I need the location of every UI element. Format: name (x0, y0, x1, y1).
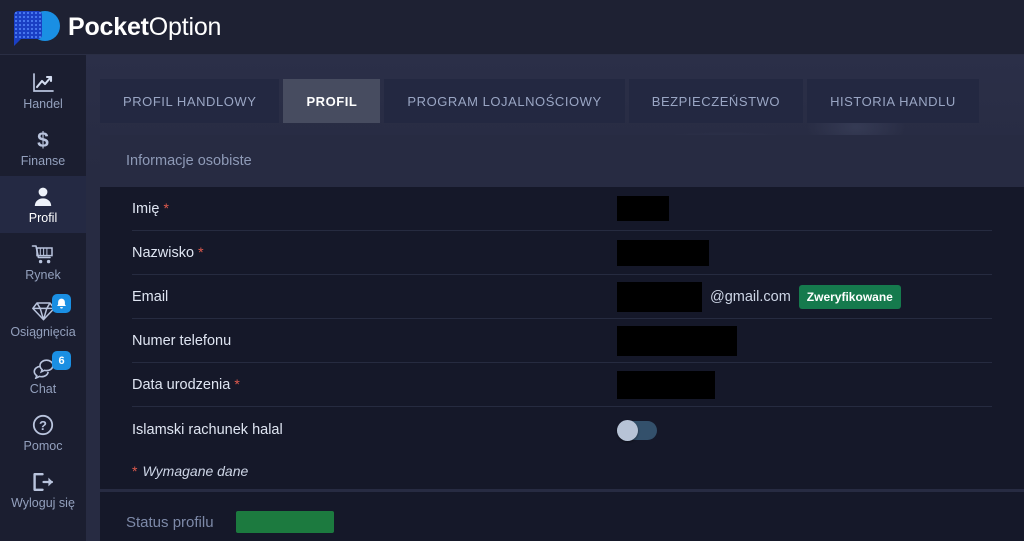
field-label-text: Numer telefonu (132, 332, 232, 349)
personal-info-panel: Informacje osobiste Imię * Nazwisko * Em… (100, 135, 1024, 489)
panel-title: Informacje osobiste (100, 135, 1024, 187)
brand-name-light: Option (148, 12, 222, 41)
required-marker: * (163, 200, 169, 216)
logout-icon (31, 470, 55, 494)
field-value[interactable] (617, 325, 737, 356)
left-sidebar: Handel $ Finanse Profil Rynek Osiągnięci… (0, 55, 86, 541)
svg-text:$: $ (37, 129, 49, 152)
birthdate-input-redacted[interactable] (617, 370, 715, 399)
personal-info-form: Imię * Nazwisko * Email @gmail.com Zwery… (100, 187, 1024, 489)
field-label-text: Islamski rachunek halal (132, 422, 283, 438)
form-row-data-urodzenia: Data urodzenia * (132, 363, 992, 407)
sidebar-item-rynek[interactable]: Rynek (0, 233, 86, 290)
form-row-numer-telefonu: Numer telefonu (132, 319, 992, 363)
email-input-redacted[interactable] (617, 281, 702, 312)
form-row-nazwisko: Nazwisko * (132, 231, 992, 275)
tab-profil[interactable]: PROFIL (283, 79, 381, 123)
sidebar-item-wyloguj[interactable]: Wyloguj się (0, 461, 86, 518)
sidebar-item-label: Handel (23, 96, 63, 111)
field-label-text: Email (132, 288, 169, 305)
sidebar-item-label: Profil (28, 210, 58, 225)
first-name-input-redacted[interactable] (617, 196, 669, 221)
tab-program-lojalnosciowy[interactable]: PROGRAM LOJALNOŚCIOWY (384, 79, 625, 123)
required-marker: * (234, 376, 240, 392)
top-header: PocketOption (0, 0, 1024, 55)
main-content: PROFIL HANDLOWY PROFIL PROGRAM LOJALNOŚC… (86, 55, 1024, 541)
field-value[interactable]: @gmail.com Zweryfikowane (617, 281, 901, 312)
sidebar-item-label: Chat (29, 381, 57, 396)
tab-profil-handlowy[interactable]: PROFIL HANDLOWY (100, 79, 280, 123)
email-verified-badge[interactable]: Zweryfikowane (798, 284, 901, 309)
brand-name-bold: Pocket (68, 12, 149, 41)
svg-text:?: ? (39, 418, 47, 433)
email-domain-suffix: @gmail.com (710, 288, 791, 305)
dollar-icon: $ (33, 128, 53, 152)
halal-account-toggle[interactable] (617, 419, 657, 441)
sidebar-item-pomoc[interactable]: ? Pomoc (0, 404, 86, 461)
toggle-knob (617, 419, 638, 441)
phone-input-redacted[interactable] (617, 325, 737, 356)
form-row-imie: Imię * (132, 187, 992, 231)
sidebar-item-chat[interactable]: 6 Chat (0, 347, 86, 404)
user-icon (32, 185, 54, 209)
sidebar-item-osiagniecia[interactable]: Osiągnięcia (0, 290, 86, 347)
field-label-text: Nazwisko (132, 245, 195, 261)
field-value[interactable] (617, 239, 709, 266)
required-marker: * (198, 244, 204, 260)
profile-status-section: Status profilu (100, 447, 1024, 541)
sidebar-item-profil[interactable]: Profil (0, 176, 86, 233)
brand-logo[interactable]: PocketOption (0, 8, 221, 46)
chat-unread-badge[interactable]: 6 (52, 351, 71, 370)
sidebar-item-label: Osiągnięcia (10, 324, 76, 339)
field-label-text: Imię (132, 201, 160, 217)
question-mark-icon: ? (32, 413, 54, 437)
sidebar-item-handel[interactable]: Handel (0, 62, 86, 119)
profile-status-card: Status profilu (100, 492, 1024, 541)
sidebar-item-label: Pomoc (23, 438, 63, 453)
field-value[interactable] (617, 370, 715, 399)
profile-tab-bar: PROFIL HANDLOWY PROFIL PROGRAM LOJALNOŚC… (100, 79, 979, 123)
sidebar-item-label: Wyloguj się (11, 495, 75, 510)
field-label: Imię * (132, 200, 617, 217)
brand-name: PocketOption (68, 13, 221, 42)
app-root: PocketOption Handel $ Finanse Profil Ryn… (0, 0, 1024, 541)
form-row-email: Email @gmail.com Zweryfikowane (132, 275, 992, 319)
tab-bezpieczenstwo[interactable]: BEZPIECZEŃSTWO (628, 79, 804, 123)
sidebar-item-label: Finanse (20, 153, 66, 168)
field-label: Islamski rachunek halal (132, 422, 617, 438)
field-label-text: Data urodzenia (132, 377, 231, 393)
chart-line-icon (31, 71, 55, 95)
tab-historia-handlu[interactable]: HISTORIA HANDLU (807, 79, 979, 123)
profile-status-label: Status profilu (126, 513, 214, 531)
cart-icon (31, 242, 55, 266)
field-value[interactable] (617, 419, 657, 441)
last-name-input-redacted[interactable] (617, 239, 709, 266)
field-label: Email (132, 289, 617, 305)
sidebar-item-label: Rynek (25, 267, 61, 282)
pocket-option-logo-icon (12, 8, 60, 46)
field-label: Numer telefonu (132, 333, 617, 349)
profile-status-badge[interactable] (235, 511, 334, 533)
field-label: Nazwisko * (132, 244, 617, 261)
notification-bell-badge[interactable] (52, 294, 71, 313)
field-label: Data urodzenia * (132, 376, 617, 393)
sidebar-item-finanse[interactable]: $ Finanse (0, 119, 86, 176)
field-value[interactable] (617, 196, 669, 221)
